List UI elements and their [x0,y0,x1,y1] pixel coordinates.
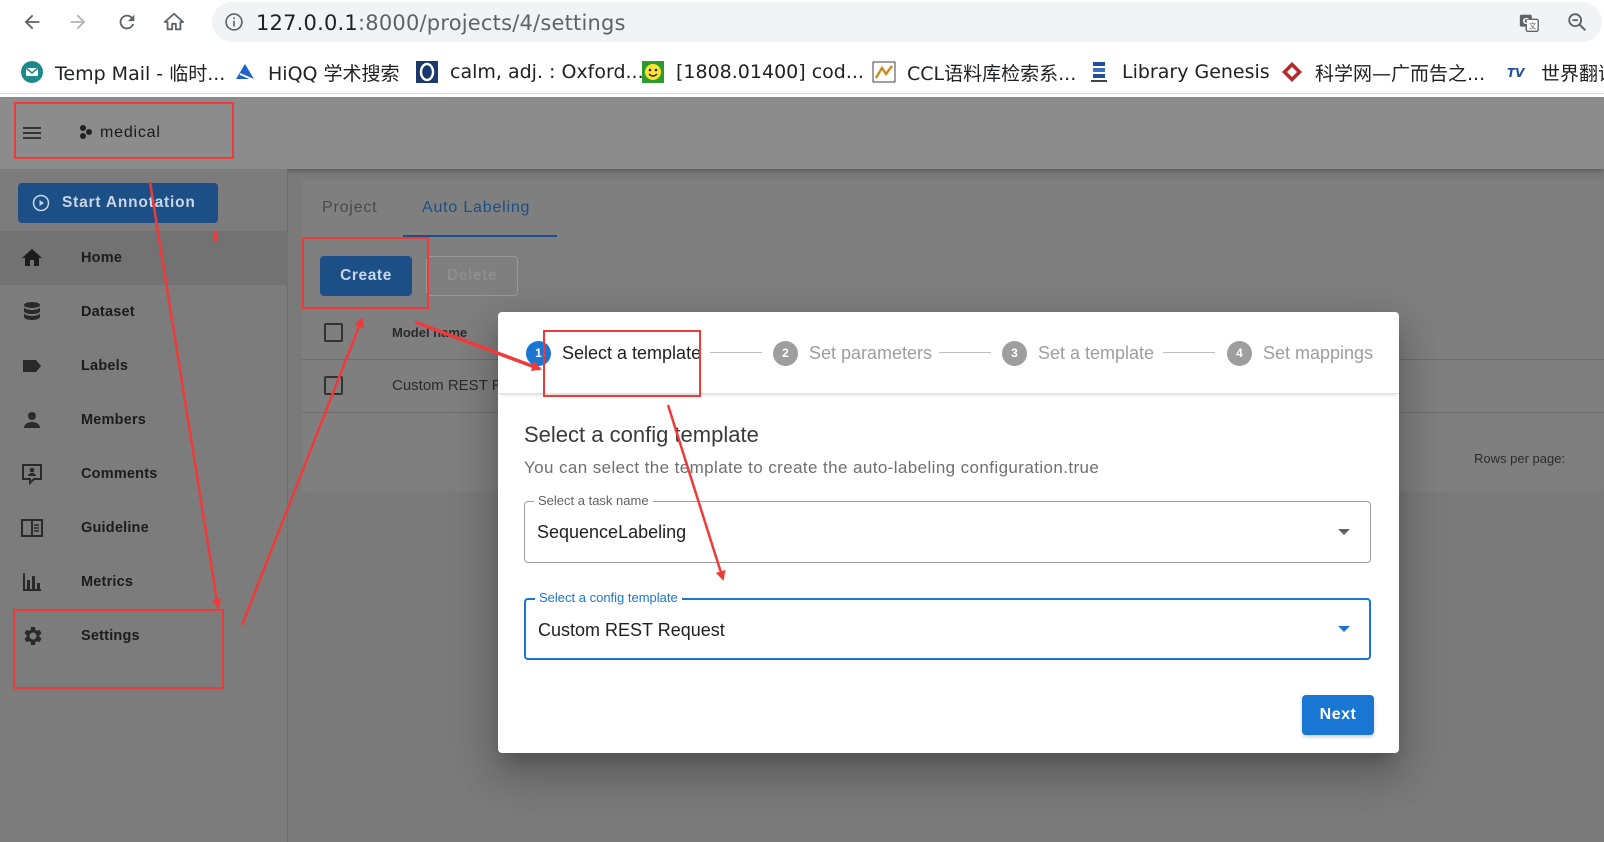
bookmark-oxford[interactable]: calm, adj. : Oxford... [415,59,644,85]
bookmark-ccl[interactable]: CCL语料库检索系... [872,59,1076,85]
oxford-icon [415,60,439,84]
bookmark-hiqq[interactable]: HiQQ 学术搜索 [233,59,400,85]
info-icon[interactable] [224,12,244,37]
app-page: medical Start Annotation Home Dataset La… [0,97,1604,842]
url-text: 127.0.0.1:8000/projects/4/settings [256,11,626,35]
bookmark-libgen[interactable]: Library Genesis [1087,59,1270,85]
bookmark-sciencenet[interactable]: 科学网—广而告之... [1280,59,1485,85]
translate-site-icon: TV [1506,60,1530,84]
hiqq-icon [233,60,257,84]
bookmark-translate-site[interactable]: TV 世界翻译 [1506,59,1604,85]
bookmarks-bar: Temp Mail - 临时... HiQQ 学术搜索 calm, adj. :… [0,50,1604,94]
arxiv-icon [641,60,665,84]
libgen-icon [1087,60,1111,84]
reload-icon[interactable] [113,8,141,36]
svg-text:文: 文 [1529,22,1537,31]
annotation-arrows [148,181,726,626]
svg-text:TV: TV [1507,66,1526,80]
forward-arrow-icon[interactable] [64,8,92,36]
bookmark-temp-mail[interactable]: Temp Mail - 临时... [20,59,225,85]
translate-icon[interactable]: G文 [1518,12,1540,39]
address-bar[interactable]: 127.0.0.1:8000/projects/4/settings G文 [212,2,1602,42]
back-arrow-icon[interactable] [18,8,46,36]
ccl-icon [872,60,896,84]
browser-toolbar: 127.0.0.1:8000/projects/4/settings G文 [0,0,1604,44]
zoom-icon[interactable] [1566,11,1588,38]
bookmark-arxiv[interactable]: [1808.01400] cod... [641,59,864,85]
home-page-icon[interactable] [160,8,188,36]
sciencenet-icon [1280,60,1304,84]
temp-mail-icon [20,60,44,84]
